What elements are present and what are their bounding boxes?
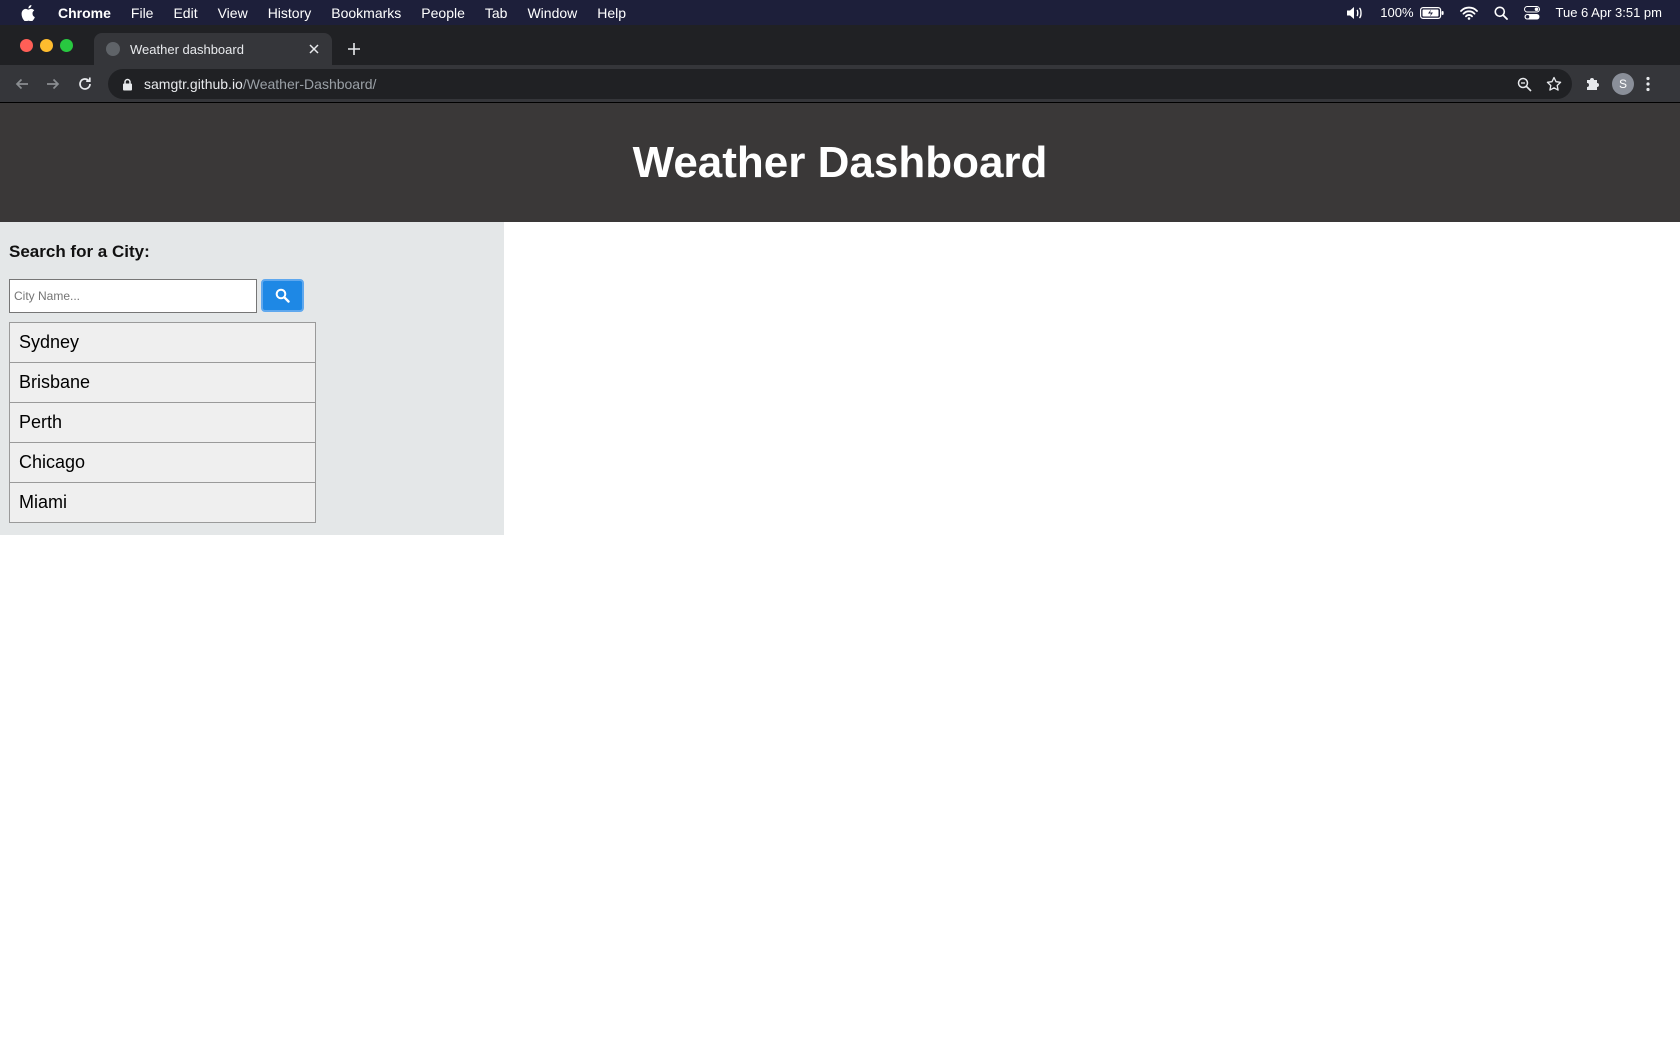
history-item-sydney[interactable]: Sydney [9,322,316,363]
menu-window[interactable]: Window [527,5,577,21]
page-title: Weather Dashboard [632,137,1048,187]
macos-menu-bar: Chrome File Edit View History Bookmarks … [0,0,1680,25]
window-minimize-button[interactable] [40,39,53,52]
search-icon [275,288,290,303]
address-bar[interactable]: samgtr.github.io/Weather-Dashboard/ [108,69,1572,99]
reload-icon[interactable] [75,74,95,94]
profile-avatar[interactable]: S [1612,73,1634,95]
browser-tab-active[interactable]: Weather dashboard [94,33,332,65]
clock[interactable]: Tue 6 Apr 3:51 pm [1556,5,1662,20]
wifi-icon[interactable] [1459,6,1478,20]
menu-app-chrome[interactable]: Chrome [58,5,111,21]
more-menu-icon[interactable] [1646,76,1650,92]
menu-file[interactable]: File [131,5,154,21]
battery-percentage: 100% [1380,5,1414,20]
volume-icon[interactable] [1346,6,1364,20]
history-item-miami[interactable]: Miami [9,482,316,523]
history-item-chicago[interactable]: Chicago [9,442,316,483]
search-button[interactable] [261,279,304,312]
menu-tab[interactable]: Tab [485,5,508,21]
menu-view[interactable]: View [218,5,248,21]
zoom-icon[interactable] [1517,77,1532,92]
menu-people[interactable]: People [421,5,465,21]
lock-icon[interactable] [120,77,134,91]
omnibox-actions [1503,76,1562,92]
browser-toolbar: samgtr.github.io/Weather-Dashboard/ S [0,65,1680,103]
bookmark-star-icon[interactable] [1546,76,1562,92]
control-center-icon[interactable] [1523,5,1540,20]
page-header: Weather Dashboard [0,103,1680,222]
menu-help[interactable]: Help [597,5,626,21]
history-item-perth[interactable]: Perth [9,402,316,443]
search-label: Search for a City: [9,242,150,261]
new-tab-plus-icon[interactable] [344,39,364,59]
forward-arrow-icon[interactable] [43,74,63,94]
apple-logo-icon[interactable] [20,4,36,21]
tab-close-icon[interactable] [306,41,322,57]
search-sidebar: Search for a City: Sydney Brisbane Perth… [0,222,504,535]
toolbar-right-actions: S [1584,73,1662,95]
tab-title: Weather dashboard [130,41,244,57]
window-close-button[interactable] [20,39,33,52]
history-item-brisbane[interactable]: Brisbane [9,362,316,403]
menubar-status-area: 100% Tue 6 Apr 3:51 pm [1330,5,1662,20]
extensions-puzzle-icon[interactable] [1584,76,1600,92]
menu-edit[interactable]: Edit [173,5,197,21]
back-arrow-icon[interactable] [12,74,32,94]
spotlight-search-icon[interactable] [1494,6,1508,20]
web-page: Weather Dashboard Search for a City: Syd… [0,103,1680,1050]
window-maximize-button[interactable] [60,39,73,52]
search-history-list: Sydney Brisbane Perth Chicago Miami [9,322,316,523]
battery-icon[interactable] [1419,6,1444,19]
url-path: /Weather-Dashboard/ [242,76,377,92]
menu-bookmarks[interactable]: Bookmarks [331,5,401,21]
globe-icon [106,42,120,56]
menu-history[interactable]: History [268,5,312,21]
browser-tab-strip: Weather dashboard [0,25,1680,65]
url-host: samgtr.github.io [144,76,243,92]
city-search-input[interactable] [9,279,257,313]
